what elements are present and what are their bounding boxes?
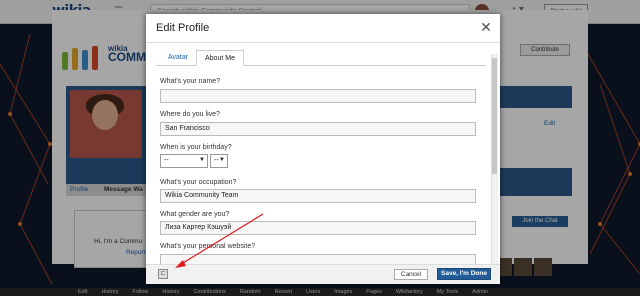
tab-about-me[interactable]: About Me bbox=[196, 50, 244, 66]
dialog-tabs: Avatar About Me bbox=[156, 50, 486, 66]
chevron-down-icon: ▼ bbox=[219, 157, 225, 163]
occupation-field[interactable]: Wikia Community Team bbox=[160, 189, 476, 203]
tab-avatar[interactable]: Avatar bbox=[160, 50, 196, 66]
wikia-badge-icon[interactable]: ⊏ bbox=[158, 269, 168, 279]
gender-field[interactable]: Лиза Картер Кэшуэй bbox=[160, 221, 476, 235]
name-label: What's your name? bbox=[160, 78, 221, 85]
birthday-day-value: -- bbox=[214, 157, 219, 164]
dialog-title: Edit Profile bbox=[156, 22, 210, 34]
divider bbox=[146, 42, 500, 43]
close-icon[interactable]: ✕ bbox=[479, 20, 493, 34]
gender-label: What gender are you? bbox=[160, 211, 230, 218]
birthday-label: When is your birthday? bbox=[160, 144, 232, 151]
save-button[interactable]: Save, I'm Done bbox=[437, 268, 491, 280]
website-label: What's your personal website? bbox=[160, 243, 256, 250]
location-label: Where do you live? bbox=[160, 111, 220, 118]
cancel-button[interactable]: Cancel bbox=[394, 269, 428, 280]
website-field[interactable] bbox=[160, 254, 476, 264]
birthday-month-select[interactable]: -- ▼ bbox=[160, 154, 208, 168]
name-field[interactable] bbox=[160, 89, 476, 103]
chevron-down-icon: ▼ bbox=[199, 157, 205, 163]
scrollbar-thumb[interactable] bbox=[492, 58, 497, 174]
birthday-month-value: -- bbox=[164, 157, 169, 164]
occupation-label: What's your occupation? bbox=[160, 179, 237, 186]
birthday-day-select[interactable]: -- ▼ bbox=[210, 154, 228, 168]
edit-profile-dialog: Edit Profile ✕ Avatar About Me What's yo… bbox=[146, 14, 500, 284]
location-field[interactable]: San Francisco bbox=[160, 122, 476, 136]
